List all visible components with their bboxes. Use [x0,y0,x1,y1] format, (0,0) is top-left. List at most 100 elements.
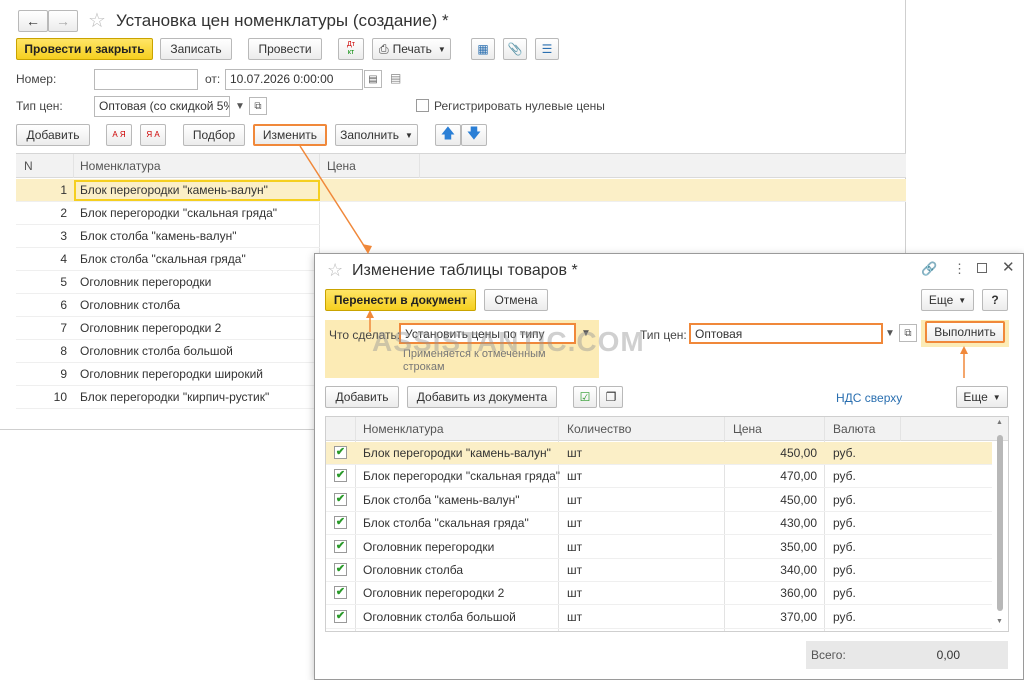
action-label: Что сделать: [329,328,401,342]
row-checkbox[interactable]: ✔ [334,609,347,623]
table-row[interactable]: 10 Блок перегородки "кирпич-рустик" [16,386,320,409]
post-and-close-button[interactable]: Провести и закрыть [16,38,153,60]
post-button[interactable]: Провести [248,38,322,60]
row-checkbox[interactable]: ✔ [334,539,347,553]
change-button[interactable]: Изменить [253,124,327,146]
sort-asc-button[interactable]: А Я [106,124,132,146]
add-from-document-button[interactable]: Добавить из документа [407,386,557,408]
execute-button[interactable]: Выполнить [925,321,1005,343]
pick-button[interactable]: Подбор [183,124,245,146]
fill-label: Заполнить [340,128,399,142]
row-price: 470,00 [780,469,817,484]
row-name: Оголовник перегородки 2 [80,321,222,335]
cancel-button[interactable]: Отмена [484,289,548,311]
structure-icon[interactable]: ▦ [471,38,495,60]
open-price-type-icon[interactable]: ⧉ [899,324,917,342]
favorite-star-icon[interactable]: ☆ [88,8,106,33]
number-field[interactable] [94,69,198,90]
more-label: Еще [928,293,954,307]
dropdown-arrow-icon[interactable]: ▼ [881,324,899,342]
comment-icon[interactable]: ▤ [390,71,401,85]
scroll-thumb[interactable] [997,435,1003,611]
row-checkbox[interactable]: ✔ [334,469,347,483]
col-price: Цена [327,159,356,173]
row-name: Блок перегородки "камень-валун" [363,446,551,460]
table-row[interactable]: 8 Оголовник столба большой [16,340,320,363]
transfer-to-document-button[interactable]: Перенести в документ [325,289,476,311]
goods-row[interactable]: ✔ Оголовник столба шт руб. 340,00 [326,559,992,582]
row-checkbox[interactable]: ✔ [334,516,347,530]
maximize-icon[interactable] [977,263,987,273]
fill-button[interactable]: Заполнить ▼ [335,124,418,146]
table-row[interactable]: 7 Оголовник перегородки 2 [16,317,320,340]
table-row[interactable]: 3 Блок столба "камень-валун" [16,225,320,248]
zero-prices-checkbox[interactable] [416,99,429,112]
row-checkbox[interactable]: ✔ [334,563,347,576]
more-button[interactable]: Еще ▼ [921,289,974,311]
calendar-icon[interactable]: ▤ [364,70,382,88]
move-down-icon[interactable]: 🡇 [461,124,487,146]
row-number: 5 [60,275,67,289]
goods-row[interactable]: ✔ Блок столба "камень-валун" шт руб. 450,00 [326,489,992,512]
more-button-2[interactable]: Еще ▼ [956,386,1008,408]
scroll-up-icon[interactable]: ▲ [996,419,1003,426]
action-field[interactable]: Установить цены по типу [399,323,576,344]
back-button[interactable]: ← [18,10,48,32]
print-button[interactable]: ⎙ Печать ▼ [372,38,451,60]
scrollbar[interactable]: ▲ ▼ [994,419,1006,629]
goods-row[interactable]: ✔ Оголовник столба большой шт руб. 370,00 [326,606,992,629]
row-currency: руб. [833,469,856,484]
dt-kt-button[interactable]: Дт кт [338,38,364,60]
goods-row[interactable]: ✔ Оголовник перегородки 2 шт руб. 360,00 [326,582,992,606]
dropdown-arrow-icon[interactable]: ▼ [577,324,595,342]
attachment-icon[interactable]: 📎 [503,38,527,60]
document-list-icon[interactable]: ☰ [535,38,559,60]
dt-label: Дт [347,41,355,48]
col-divider [900,417,901,441]
row-name: Оголовник перегородки [363,539,495,554]
move-up-icon[interactable]: 🡅 [435,124,461,146]
table-add-button[interactable]: Добавить [16,124,90,146]
favorite-star-icon[interactable]: ☆ [327,260,343,281]
vat-on-top-link[interactable]: НДС сверху [836,391,902,405]
date-field[interactable]: 10.07.2026 0:00:00 [225,69,363,90]
row-name: Блок перегородки "скальная гряда" [363,469,560,484]
sort-desc-button[interactable]: Я А [140,124,166,146]
link-icon[interactable]: 🔗 [921,261,937,277]
table-row[interactable]: 9 Оголовник перегородки широкий [16,363,320,386]
close-icon[interactable]: ✕ [1002,258,1015,276]
dropdown-arrow-icon[interactable]: ▼ [231,97,249,115]
scroll-down-icon[interactable]: ▼ [996,618,1003,625]
goods-row[interactable]: ✔ Оголовник перегородки шт руб. 350,00 [326,536,992,559]
chevron-down-icon: ▼ [992,392,1001,402]
row-number: 3 [60,229,67,243]
goods-row[interactable]: ✔ Блок перегородки "скальная гряда" шт руб.… [326,465,992,489]
dialog-price-type-field[interactable]: Оптовая [689,323,883,344]
more-label: Еще [963,390,988,404]
goods-row[interactable]: ✔ Блок перегородки "камень-валун" шт руб. 45… [326,442,992,465]
uncheck-all-icon[interactable]: ❐ [599,386,623,408]
open-price-type-icon[interactable]: ⧉ [249,97,267,115]
more-vertical-icon[interactable]: ⋮ [953,261,966,277]
goods-row[interactable]: ✔ Блок столба "скальная гряда" шт руб. 430,0… [326,512,992,536]
table-row[interactable]: 5 Оголовник перегородки [16,271,320,294]
forward-button[interactable]: → [48,10,78,32]
check-all-icon[interactable]: ☑ [573,386,597,408]
price-type-field[interactable]: Оптовая (со скидкой 5%) [94,96,230,117]
row-price: 350,00 [780,539,817,554]
table-row[interactable]: 6 Оголовник столба [16,294,320,317]
table-row[interactable]: 1 Блок перегородки "камень-валун" [16,179,906,202]
row-qty: шт [567,446,583,460]
row-checkbox[interactable]: ✔ [334,492,347,506]
help-button[interactable]: ? [982,289,1008,311]
row-number: 9 [60,367,67,381]
row-checkbox[interactable]: ✔ [334,586,347,600]
save-button[interactable]: Записать [160,38,232,60]
col-divider [419,154,420,178]
table-row[interactable]: 2 Блок перегородки "скальная гряда" [16,202,320,225]
dialog-title: Изменение таблицы товаров * [352,262,578,279]
table-row[interactable]: 4 Блок столба "скальная гряда" [16,248,320,271]
row-currency: руб. [833,539,856,554]
dialog-add-button[interactable]: Добавить [325,386,399,408]
row-checkbox[interactable]: ✔ [334,446,347,459]
